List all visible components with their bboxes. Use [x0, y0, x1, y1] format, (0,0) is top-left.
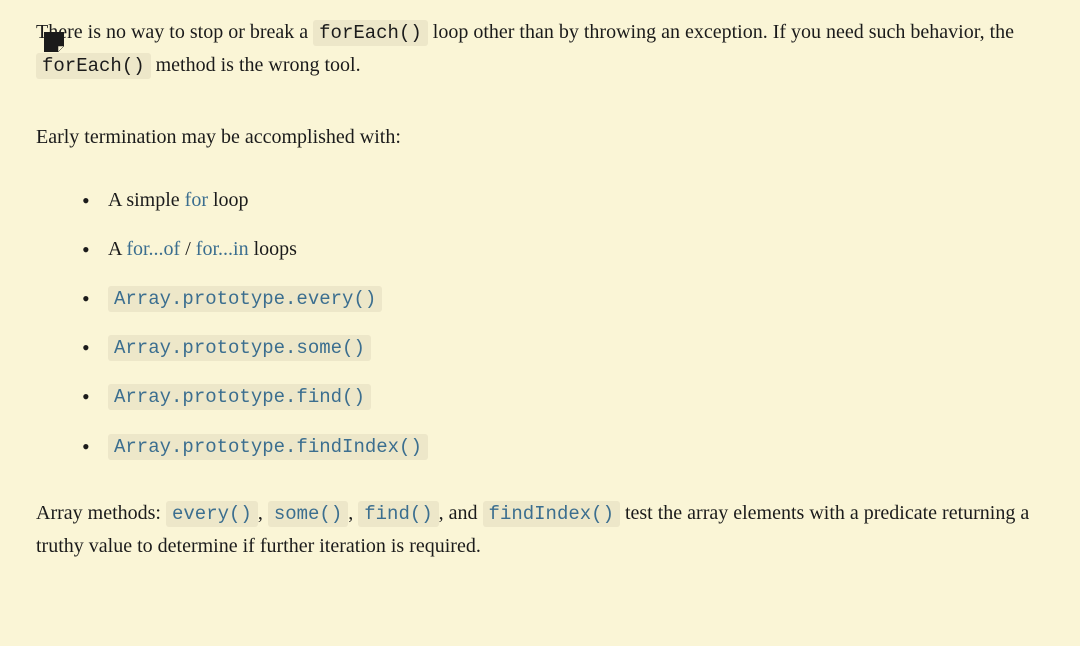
link-every[interactable]: every() [166, 502, 258, 524]
list-item: Array.prototype.every() [82, 282, 1048, 315]
link-array-every[interactable]: Array.prototype.every() [108, 287, 382, 309]
text: loop other than by throwing an exception… [428, 21, 1014, 43]
code-findindex: findIndex() [483, 501, 620, 527]
code-foreach: forEach() [36, 53, 151, 79]
paragraph-array-methods: Array methods: every(), some(), find(), … [36, 497, 1048, 563]
list-item: A simple for loop [82, 184, 1048, 217]
text: There is no way to stop or break a [36, 21, 313, 43]
link-array-find[interactable]: Array.prototype.find() [108, 385, 371, 407]
list-item: Array.prototype.findIndex() [82, 430, 1048, 463]
code-some: some() [268, 501, 348, 527]
list-item: Array.prototype.some() [82, 331, 1048, 364]
text: , [348, 502, 358, 524]
paragraph-early-termination: Early termination may be accomplished wi… [36, 121, 1048, 154]
paragraph-intro: There is no way to stop or break a forEa… [36, 16, 1048, 83]
code-foreach: forEach() [313, 20, 428, 46]
link-for-of[interactable]: for...of [126, 238, 180, 260]
link-findindex[interactable]: findIndex() [483, 502, 620, 524]
alternatives-list: A simple for loop A for...of / for...in … [36, 184, 1048, 463]
link-for-in[interactable]: for...in [196, 238, 249, 260]
list-item: Array.prototype.find() [82, 380, 1048, 413]
link-for[interactable]: for [185, 189, 208, 211]
code-array-every: Array.prototype.every() [108, 286, 382, 312]
note-icon [44, 30, 64, 50]
link-array-some[interactable]: Array.prototype.some() [108, 336, 371, 358]
text: , and [439, 502, 483, 524]
code-array-findindex: Array.prototype.findIndex() [108, 434, 428, 460]
text: loop [208, 189, 249, 211]
link-array-findindex[interactable]: Array.prototype.findIndex() [108, 435, 428, 457]
text: A [108, 238, 126, 260]
code-find: find() [358, 501, 438, 527]
code-every: every() [166, 501, 258, 527]
text: Early termination may be accomplished wi… [36, 126, 401, 148]
text: A simple [108, 189, 185, 211]
list-item: A for...of / for...in loops [82, 233, 1048, 266]
text: , [258, 502, 268, 524]
link-some[interactable]: some() [268, 502, 348, 524]
text: Array methods: [36, 502, 166, 524]
text: / [180, 238, 196, 260]
code-array-some: Array.prototype.some() [108, 335, 371, 361]
link-find[interactable]: find() [358, 502, 438, 524]
text: loops [249, 238, 297, 260]
code-array-find: Array.prototype.find() [108, 384, 371, 410]
document-content: There is no way to stop or break a forEa… [36, 16, 1048, 563]
text: method is the wrong tool. [151, 54, 361, 76]
